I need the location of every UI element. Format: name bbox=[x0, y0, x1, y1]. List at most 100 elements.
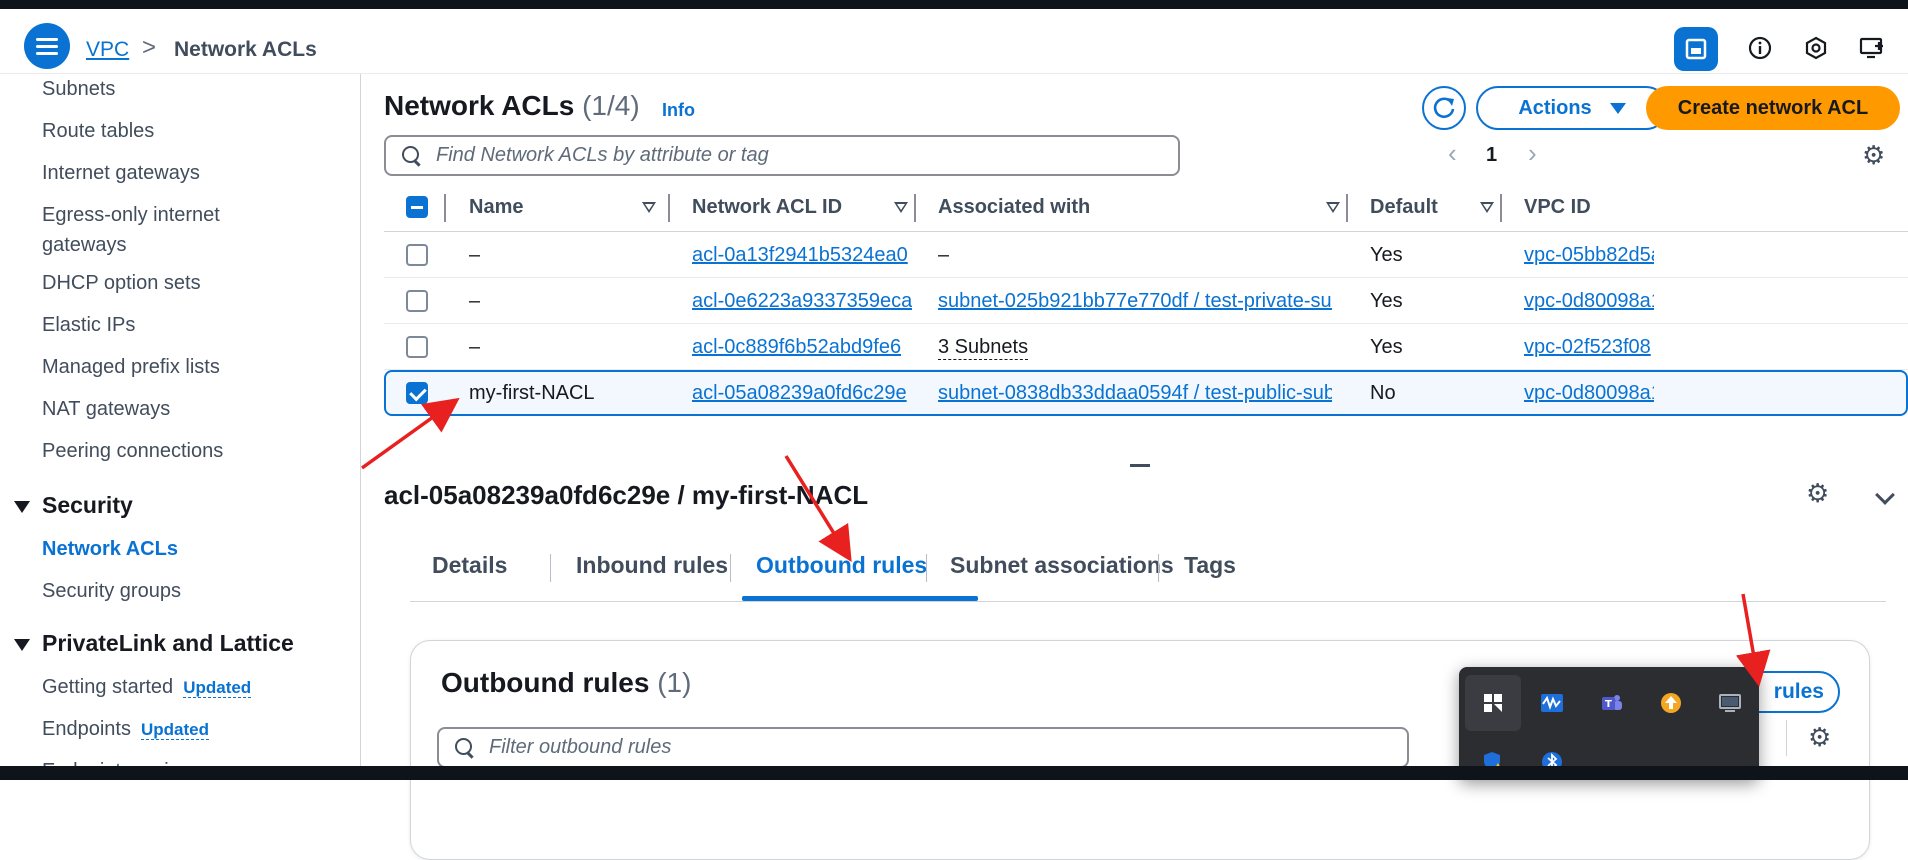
sidebar-item-endpoint-services[interactable]: Endpoint services bbox=[42, 756, 200, 766]
row-checkbox[interactable] bbox=[406, 290, 428, 312]
row-checkbox[interactable] bbox=[406, 382, 428, 404]
cell-acl-id-link[interactable]: acl-0e6223a9337359eca bbox=[692, 290, 912, 313]
sidebar-item-route-tables[interactable]: Route tables bbox=[42, 116, 154, 146]
select-all-checkbox[interactable] bbox=[406, 196, 428, 218]
cell-associated-popover[interactable]: 3 Subnets bbox=[938, 336, 1029, 360]
cell-default: Yes bbox=[1370, 336, 1403, 358]
search-icon bbox=[455, 737, 475, 758]
cell-vpc-link[interactable]: vpc-05bb82d5a bbox=[1524, 244, 1654, 267]
column-header-associated[interactable]: Associated with bbox=[938, 196, 1090, 219]
cell-vpc-link[interactable]: vpc-0d80098a1 bbox=[1524, 290, 1654, 313]
sort-icon[interactable] bbox=[894, 202, 908, 213]
tab-tags[interactable]: Tags bbox=[1184, 552, 1236, 579]
table-row[interactable]: – acl-0c889f6b52abd9fe6 3 Subnets Yes vp… bbox=[384, 324, 1908, 370]
cell-vpc-link[interactable]: vpc-02f523f08 bbox=[1524, 336, 1654, 359]
column-header-vpc-id[interactable]: VPC ID bbox=[1524, 196, 1591, 219]
detail-tabs: Details Inbound rules Outbound rules Sub… bbox=[410, 542, 1886, 602]
split-panel-icon[interactable] bbox=[1674, 27, 1718, 71]
sidebar-item-nat-gateways[interactable]: NAT gateways bbox=[42, 394, 170, 424]
audio-meter-tray-icon[interactable] bbox=[1535, 686, 1569, 720]
sidebar-section-security[interactable]: Security bbox=[14, 492, 133, 519]
cell-name: – bbox=[469, 336, 481, 358]
column-divider bbox=[1500, 194, 1502, 222]
rules-settings-gear-icon[interactable]: ⚙ bbox=[1808, 722, 1831, 753]
sidebar-item-dhcp-option-sets[interactable]: DHCP option sets bbox=[42, 268, 201, 298]
sidebar-item-peering-connections[interactable]: Peering connections bbox=[42, 436, 223, 466]
tab-divider bbox=[926, 554, 927, 582]
filter-outbound-rules-input[interactable]: Filter outbound rules bbox=[437, 727, 1409, 768]
cell-associated-link[interactable]: subnet-0838db33ddaa0594f / test-public-s… bbox=[938, 382, 1332, 405]
display-tray-icon[interactable] bbox=[1713, 686, 1747, 720]
sidebar-section-privatelink[interactable]: PrivateLink and Lattice bbox=[14, 630, 294, 657]
row-checkbox[interactable] bbox=[406, 244, 428, 266]
column-divider bbox=[444, 194, 446, 222]
menu-icon[interactable] bbox=[24, 23, 70, 69]
sidebar-item-internet-gateways[interactable]: Internet gateways bbox=[42, 158, 200, 188]
sidebar-item-getting-started[interactable]: Getting started Updated bbox=[42, 672, 252, 703]
tab-subnet-associations[interactable]: Subnet associations bbox=[950, 552, 1174, 579]
sort-icon[interactable] bbox=[642, 202, 656, 213]
bottom-taskbar-strip bbox=[0, 766, 1908, 780]
info-link[interactable]: Info bbox=[662, 100, 695, 121]
search-input[interactable]: Find Network ACLs by attribute or tag bbox=[384, 135, 1180, 176]
sidebar-item-elastic-ips[interactable]: Elastic IPs bbox=[42, 310, 135, 340]
main-content: Network ACLs (1/4) Info Actions Create n… bbox=[362, 74, 1908, 860]
pagination-prev-icon[interactable]: ‹ bbox=[1448, 138, 1457, 169]
sidebar-item-endpoints[interactable]: Endpoints Updated bbox=[42, 714, 209, 745]
column-divider bbox=[914, 194, 916, 222]
support-console-icon[interactable] bbox=[1852, 28, 1892, 68]
cell-name: my-first-NACL bbox=[469, 382, 595, 404]
tab-details[interactable]: Details bbox=[432, 552, 507, 579]
caret-down-icon bbox=[1609, 102, 1626, 114]
row-checkbox[interactable] bbox=[406, 336, 428, 358]
search-placeholder: Find Network ACLs by attribute or tag bbox=[436, 144, 769, 166]
sidebar-item-egress-only-line2[interactable]: gateways bbox=[42, 230, 127, 260]
split-panel-drag-handle[interactable] bbox=[1130, 464, 1150, 467]
table-row-selected[interactable]: my-first-NACL acl-05a08239a0fd6c29e subn… bbox=[384, 370, 1908, 416]
pagination-page-number[interactable]: 1 bbox=[1486, 144, 1497, 167]
app-tray-icon[interactable] bbox=[1476, 686, 1510, 720]
rules-count: (1) bbox=[657, 667, 692, 698]
cell-associated-link[interactable]: subnet-025b921bb77e770df / test-private-… bbox=[938, 290, 1332, 313]
refresh-button[interactable] bbox=[1422, 86, 1466, 130]
sort-icon[interactable] bbox=[1326, 202, 1340, 213]
detail-settings-gear-icon[interactable]: ⚙ bbox=[1806, 478, 1829, 509]
svg-text:T: T bbox=[1605, 699, 1612, 710]
column-header-acl-id[interactable]: Network ACL ID bbox=[692, 196, 842, 219]
cell-acl-id-link[interactable]: acl-0c889f6b52abd9fe6 bbox=[692, 336, 901, 359]
collapse-panel-chevron-icon[interactable] bbox=[1875, 485, 1895, 505]
sort-icon[interactable] bbox=[1480, 202, 1494, 213]
divider bbox=[1786, 720, 1787, 756]
security-hexagon-icon[interactable] bbox=[1796, 28, 1836, 68]
search-icon bbox=[402, 145, 422, 166]
sidebar-item-subnets[interactable]: Subnets bbox=[42, 74, 115, 104]
breadcrumb-vpc-link[interactable]: VPC bbox=[86, 38, 129, 62]
pagination-next-icon[interactable]: › bbox=[1528, 138, 1537, 169]
sidebar-item-network-acls[interactable]: Network ACLs bbox=[42, 534, 178, 564]
tab-divider bbox=[730, 554, 731, 582]
cell-default: No bbox=[1370, 382, 1396, 404]
column-header-name[interactable]: Name bbox=[469, 196, 523, 219]
sidebar-item-egress-only-line1[interactable]: Egress-only internet bbox=[42, 200, 220, 230]
tab-outbound-rules[interactable]: Outbound rules bbox=[756, 552, 927, 579]
active-tab-indicator bbox=[742, 596, 978, 601]
refresh-icon bbox=[1433, 97, 1455, 119]
page-title: Network ACLs (1/4) bbox=[384, 90, 640, 121]
cell-acl-id-link[interactable]: acl-0a13f2941b5324ea0 bbox=[692, 244, 908, 267]
update-tray-icon[interactable] bbox=[1654, 686, 1688, 720]
actions-dropdown-button[interactable]: Actions bbox=[1476, 86, 1668, 130]
cell-default: Yes bbox=[1370, 244, 1403, 266]
table-row[interactable]: – acl-0a13f2941b5324ea0 – Yes vpc-05bb82… bbox=[384, 232, 1908, 278]
info-icon[interactable] bbox=[1740, 28, 1780, 68]
create-network-acl-button[interactable]: Create network ACL bbox=[1646, 86, 1900, 130]
sidebar-item-security-groups[interactable]: Security groups bbox=[42, 576, 181, 606]
column-header-default[interactable]: Default bbox=[1370, 196, 1438, 219]
tab-inbound-rules[interactable]: Inbound rules bbox=[576, 552, 728, 579]
teams-tray-icon[interactable]: T bbox=[1595, 686, 1629, 720]
table-row[interactable]: – acl-0e6223a9337359eca subnet-025b921bb… bbox=[384, 278, 1908, 324]
cell-vpc-link[interactable]: vpc-0d80098a1 bbox=[1524, 382, 1654, 405]
cell-default: Yes bbox=[1370, 290, 1403, 312]
sidebar-item-managed-prefix-lists[interactable]: Managed prefix lists bbox=[42, 352, 220, 382]
table-settings-gear-icon[interactable]: ⚙ bbox=[1862, 140, 1885, 171]
cell-acl-id-link[interactable]: acl-05a08239a0fd6c29e bbox=[692, 382, 907, 405]
